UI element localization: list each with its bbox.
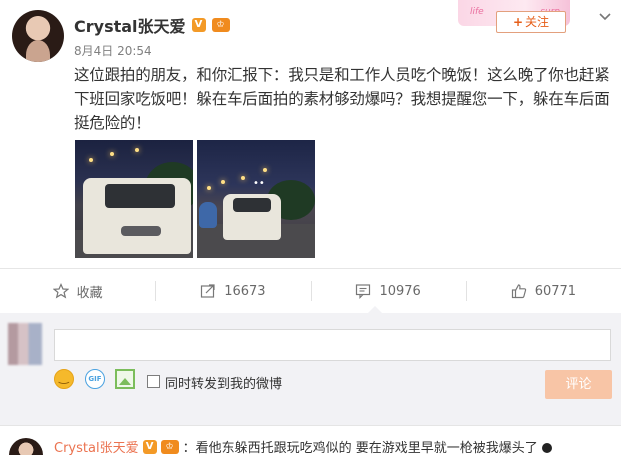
repost-button[interactable]: 16673: [155, 269, 310, 313]
plus-icon: +: [512, 15, 524, 29]
comment-icon: [356, 284, 371, 299]
street-lamp: [89, 158, 93, 162]
like-button[interactable]: 60771: [465, 269, 621, 313]
comment-count: 10976: [379, 283, 421, 299]
action-bar: 收藏 16673 10976 60771: [0, 268, 621, 313]
commenter-avatar[interactable]: [9, 438, 43, 455]
commenter-name[interactable]: Crystal张天爱: [54, 437, 139, 455]
comment-list-item: Crystal张天爱 V ♔ ：看他东躲西托跟玩吃鸡似的 要在游戏里早就一枪被我…: [0, 425, 621, 455]
car-shape: [199, 202, 217, 228]
banner-text-left: life: [470, 7, 484, 17]
like-count: 60771: [534, 283, 577, 299]
follow-label: 关注: [525, 15, 550, 29]
post-photo-2[interactable]: ••: [197, 140, 315, 258]
post-photo-1[interactable]: [75, 140, 193, 258]
verified-badge-icon: V: [191, 18, 206, 32]
emoji-icon[interactable]: [54, 369, 74, 389]
image-icon[interactable]: [115, 369, 135, 389]
chevron-down-icon[interactable]: [598, 10, 612, 24]
crown-badge-icon: ♔: [211, 18, 230, 32]
favorite-label: 收藏: [76, 285, 103, 301]
submit-comment-button[interactable]: 评论: [545, 370, 612, 399]
favorite-button[interactable]: 收藏: [0, 269, 155, 313]
street-lamp: [207, 186, 211, 190]
comment-composer: GIF 同时转发到我的微博 评论: [0, 306, 621, 425]
composer-pointer: [368, 306, 382, 313]
follow-button[interactable]: + 关注: [496, 11, 566, 33]
repost-checkbox-label[interactable]: 同时转发到我的微博: [165, 373, 282, 392]
post-text: 这位跟拍的朋友，和你汇报下：我只是和工作人员吃个晚饭！这么晚了你也赶紧下班回家吃…: [74, 66, 610, 132]
car-window-shape: [233, 198, 271, 212]
street-lamp: [221, 180, 225, 184]
current-user-avatar: [8, 323, 42, 365]
photo-overlay-eyes: ••: [253, 178, 265, 189]
share-icon: [201, 284, 215, 298]
poster-name-row: Crystal张天爱 V ♔: [74, 13, 230, 37]
bomb-emoji-icon: [541, 442, 552, 453]
street-lamp: [135, 148, 139, 152]
repost-checkbox[interactable]: [147, 375, 160, 388]
verified-badge-icon: V: [142, 439, 157, 454]
gif-icon[interactable]: GIF: [85, 369, 105, 389]
comment-text: ：看他东躲西托跟玩吃鸡似的 要在游戏里早就一枪被我爆头了: [182, 441, 538, 455]
comment-line: Crystal张天爱 V ♔ ：看他东躲西托跟玩吃鸡似的 要在游戏里早就一枪被我…: [54, 437, 552, 455]
crown-badge-icon: ♔: [160, 439, 179, 454]
post-timestamp[interactable]: 8月4日 20:54: [74, 42, 152, 59]
star-icon: [52, 283, 69, 299]
street-lamp: [263, 168, 267, 172]
thumbs-up-icon: [511, 284, 526, 299]
car-window-shape: [105, 184, 175, 208]
poster-username[interactable]: Crystal张天爱: [74, 13, 186, 37]
poster-avatar[interactable]: [12, 10, 64, 62]
comment-button[interactable]: 10976: [310, 269, 466, 313]
comment-input[interactable]: [54, 329, 611, 361]
repost-count: 16673: [224, 283, 266, 299]
street-lamp: [241, 176, 245, 180]
car-grille-shape: [121, 226, 161, 236]
street-lamp: [110, 152, 114, 156]
